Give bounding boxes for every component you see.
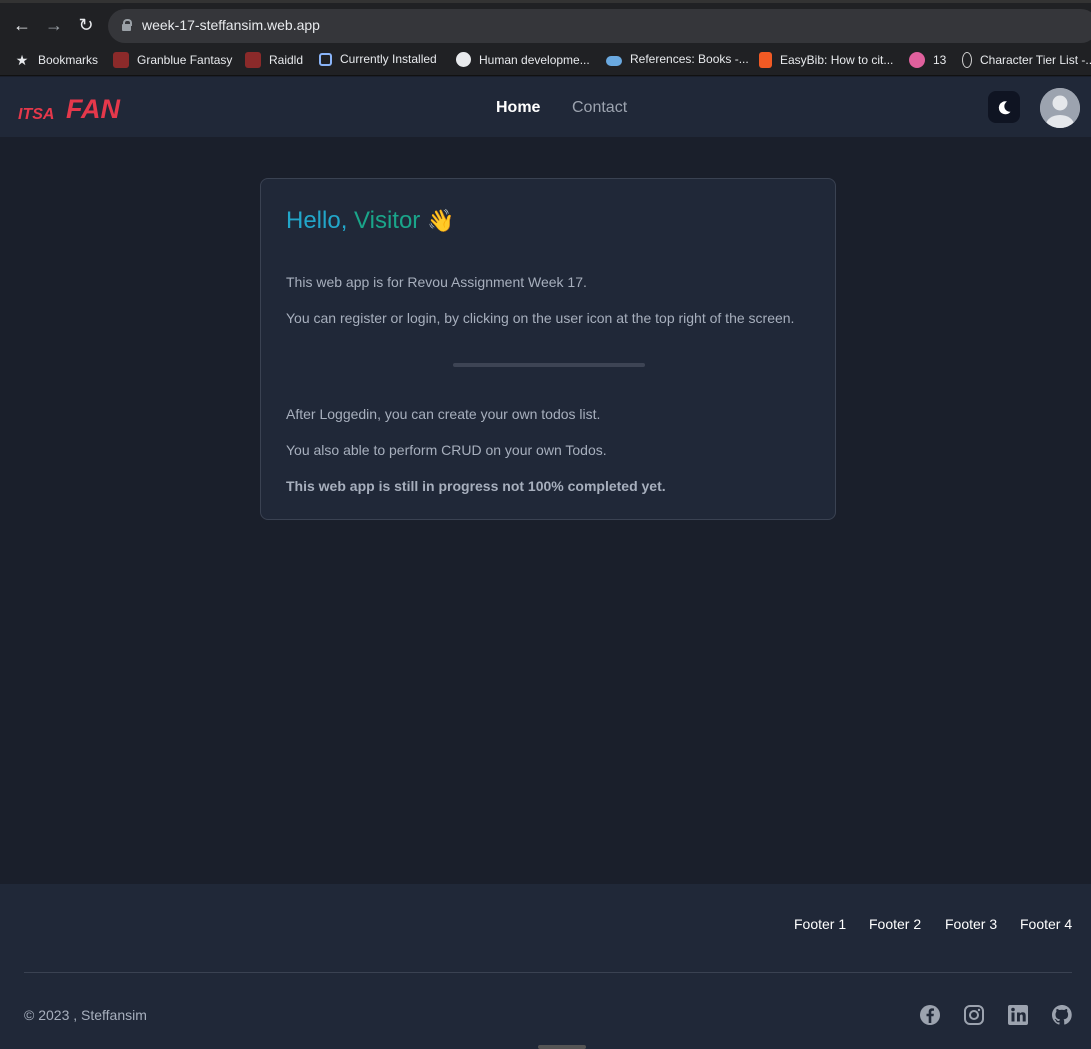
nav-home-link[interactable]: Home	[496, 99, 540, 117]
easybib-icon	[759, 52, 772, 68]
cube-icon	[319, 52, 332, 66]
pink-circle-icon	[909, 52, 925, 68]
footer-link-1[interactable]: Footer 1	[794, 916, 846, 932]
greeting-heading: Hello, Visitor 👋	[286, 207, 454, 235]
app-header: ITSA FAN Home Contact	[0, 77, 1091, 137]
reload-icon[interactable]: ↻	[74, 13, 98, 37]
welcome-card: Hello, Visitor 👋 This web app is for Rev…	[260, 178, 836, 520]
bookmark-raidld[interactable]: Raidld	[245, 52, 303, 68]
footer-link-3[interactable]: Footer 3	[945, 916, 997, 932]
nav-contact-link[interactable]: Contact	[572, 99, 627, 117]
star-icon: ★	[15, 52, 29, 68]
hello-text: Hello,	[286, 207, 348, 234]
globe-icon	[456, 52, 471, 67]
page-footer: Footer 1 Footer 2 Footer 3 Footer 4 © 20…	[0, 884, 1091, 1049]
footer-link-2[interactable]: Footer 2	[869, 916, 921, 932]
itsafan-logo[interactable]: ITSA FAN	[16, 89, 136, 125]
bookmark-13[interactable]: 13	[909, 52, 946, 68]
tier-icon	[962, 52, 972, 68]
svg-text:FAN: FAN	[66, 94, 121, 124]
granblue-icon	[113, 52, 129, 68]
dark-mode-toggle[interactable]	[988, 91, 1020, 123]
github-icon[interactable]	[1051, 1004, 1073, 1026]
bookmark-currently-installed[interactable]: Currently Installed	[319, 52, 437, 66]
footer-link-4[interactable]: Footer 4	[1020, 916, 1072, 932]
bookmarks-bar: ★ Bookmarks Granblue Fantasy Raidld Curr…	[0, 46, 1091, 76]
progress-note: This web app is still in progress not 10…	[286, 478, 666, 494]
forward-arrow-icon[interactable]: →	[42, 13, 66, 37]
moon-icon	[998, 101, 1011, 115]
bookmark-references[interactable]: References: Books -...	[606, 52, 749, 66]
crud-text: You also able to perform CRUD on your ow…	[286, 442, 607, 458]
browser-toolbar: ← → ↻ week-17-steffansim.web.app	[0, 0, 1091, 46]
facebook-icon[interactable]	[919, 1004, 941, 1026]
waving-hand-icon: 👋	[426, 208, 455, 233]
cloud-icon	[606, 55, 622, 66]
bookmark-human-development[interactable]: Human developme...	[456, 52, 590, 67]
user-avatar-button[interactable]	[1040, 88, 1080, 128]
raid-icon	[245, 52, 261, 68]
scroll-indicator	[538, 1045, 586, 1049]
user-icon	[1040, 88, 1080, 128]
back-arrow-icon[interactable]: ←	[10, 13, 34, 37]
linkedin-icon[interactable]	[1007, 1004, 1029, 1026]
todos-text: After Loggedin, you can create your own …	[286, 406, 601, 422]
bookmark-character-tier-list[interactable]: Character Tier List -...	[962, 52, 1091, 68]
lock-icon	[122, 19, 132, 31]
svg-text:ITSA: ITSA	[18, 106, 54, 123]
instagram-icon[interactable]	[963, 1004, 985, 1026]
copyright-text: © 2023 , Steffansim	[24, 1007, 147, 1023]
url-text[interactable]: week-17-steffansim.web.app	[142, 17, 320, 33]
login-hint-text: You can register or login, by clicking o…	[286, 310, 795, 326]
address-bar[interactable]: week-17-steffansim.web.app	[108, 9, 1091, 43]
divider	[453, 363, 645, 367]
intro-text: This web app is for Revou Assignment Wee…	[286, 274, 587, 290]
bookmark-bookmarks[interactable]: ★ Bookmarks	[14, 52, 98, 68]
visitor-text: Visitor	[354, 207, 421, 234]
bookmark-easybib[interactable]: EasyBib: How to cit...	[759, 52, 893, 68]
bookmark-granblue[interactable]: Granblue Fantasy	[113, 52, 232, 68]
footer-divider	[24, 972, 1072, 973]
